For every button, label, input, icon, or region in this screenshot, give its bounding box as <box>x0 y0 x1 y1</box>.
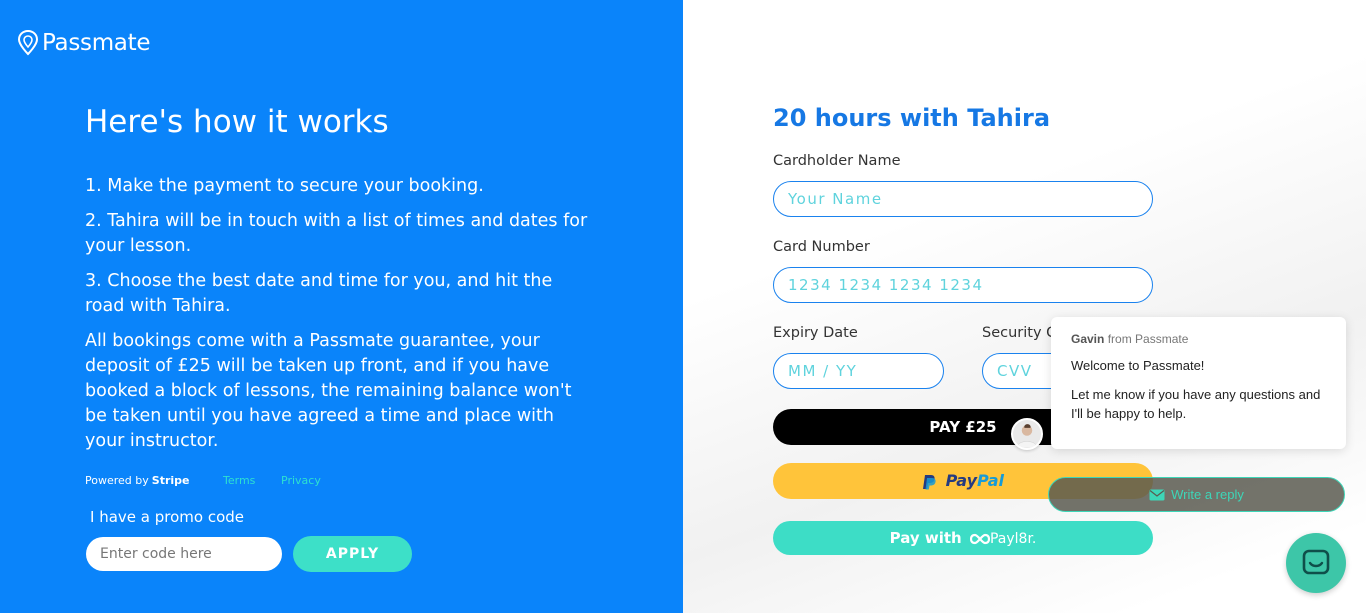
guarantee-text: All bookings come with a Passmate guaran… <box>85 331 572 451</box>
payl8r-brand: Payl8r. <box>989 531 1037 547</box>
person-icon <box>1016 424 1038 448</box>
stripe-logo: Stripe <box>151 474 190 487</box>
paypal-icon <box>923 474 936 489</box>
page-title: Here's how it works <box>85 104 389 140</box>
privacy-link[interactable]: Privacy <box>281 474 321 487</box>
location-pin-icon <box>17 29 39 56</box>
payl8r-prefix: Pay with <box>889 529 962 547</box>
expiry-label: Expiry Date <box>773 325 858 341</box>
infinity-icon <box>969 533 991 544</box>
chat-message: Let me know if you have any questions an… <box>1071 387 1321 421</box>
chat-sender-org: from Passmate <box>1107 332 1189 346</box>
apply-button[interactable]: APPLY <box>293 536 412 572</box>
card-number-input[interactable] <box>773 267 1153 303</box>
promo-label: I have a promo code <box>90 508 244 526</box>
chat-icon <box>1302 549 1330 575</box>
expiry-input[interactable] <box>773 353 944 389</box>
cardholder-label: Cardholder Name <box>773 153 901 169</box>
write-reply-button[interactable]: Write a reply <box>1048 477 1345 512</box>
card-number-label: Card Number <box>773 239 870 255</box>
info-panel: Passmate Here's how it works 1. Make the… <box>0 0 683 613</box>
powered-by-stripe[interactable]: Powered by Stripe <box>85 474 189 487</box>
chat-sender: Gavin from Passmate <box>1071 332 1326 346</box>
paypal-word-pal: Pal <box>977 471 1004 490</box>
write-reply-label: Write a reply <box>1171 487 1244 502</box>
steps-list: 1. Make the payment to secure your booki… <box>85 174 595 464</box>
terms-link[interactable]: Terms <box>223 474 255 487</box>
paypal-word-pay: Pay <box>945 471 978 490</box>
promo-code-input[interactable] <box>86 537 282 571</box>
chat-launcher-button[interactable] <box>1286 533 1346 593</box>
step-1: 1. Make the payment to secure your booki… <box>85 176 484 196</box>
step-2: 2. Tahira will be in touch with a list o… <box>85 211 588 256</box>
chat-sender-name: Gavin <box>1071 332 1105 346</box>
chat-message-card[interactable]: Gavin from Passmate Welcome to Passmate!… <box>1051 317 1346 449</box>
booking-title: 20 hours with Tahira <box>773 104 1051 132</box>
powered-by-label: Powered by <box>85 474 149 487</box>
logo[interactable]: Passmate <box>16 29 150 57</box>
agent-avatar <box>1011 418 1043 450</box>
envelope-icon <box>1149 489 1165 500</box>
cardholder-name-input[interactable] <box>773 181 1153 217</box>
chat-welcome: Welcome to Passmate! <box>1071 358 1205 373</box>
payl8r-button[interactable]: Pay with Payl8r. <box>773 521 1153 555</box>
step-3: 3. Choose the best date and time for you… <box>85 271 553 316</box>
brand-name: Passmate <box>42 30 151 56</box>
